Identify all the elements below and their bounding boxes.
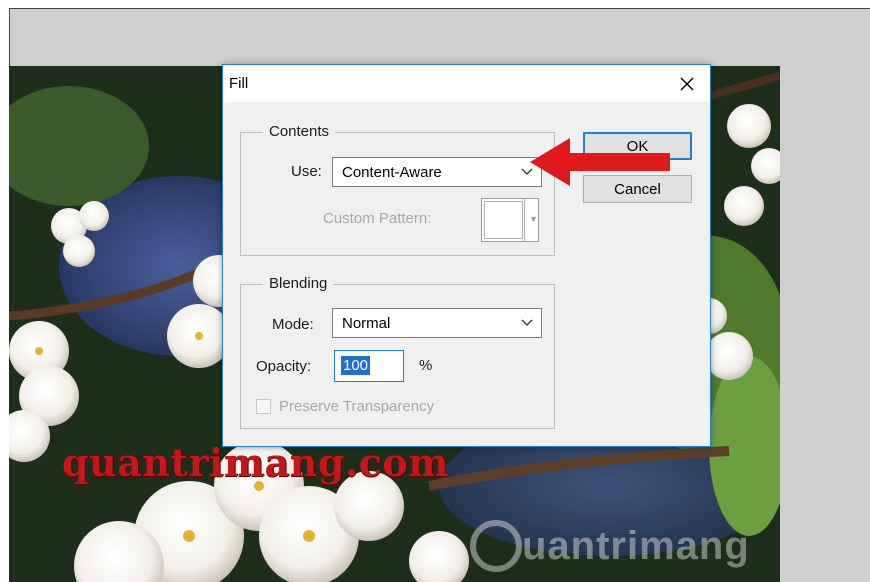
mode-label: Mode: (272, 316, 314, 333)
opacity-label: Opacity: (256, 358, 312, 375)
site-watermark-grey: uantrimang (522, 524, 750, 568)
use-label: Use: (291, 163, 322, 180)
pattern-preview (484, 201, 523, 239)
watermark-logo-icon (470, 520, 522, 572)
close-icon (680, 77, 694, 90)
preserve-transparency-checkbox[interactable] (256, 399, 271, 414)
triangle-down-icon: ▼ (529, 214, 538, 224)
contents-legend: Contents (263, 123, 336, 140)
mode-select[interactable]: Normal (332, 308, 542, 338)
opacity-value: 100 (341, 356, 371, 375)
opacity-input[interactable]: 100 (334, 350, 404, 382)
close-button[interactable] (664, 65, 710, 102)
preserve-transparency-label: Preserve Transparency (279, 398, 435, 415)
custom-pattern-picker[interactable]: ▼ (481, 198, 539, 242)
pattern-dropdown-toggle[interactable]: ▼ (524, 199, 539, 241)
annotation-arrow-icon (530, 138, 670, 186)
fill-dialog: Fill Contents Use: Content-Aware Custom … (222, 64, 711, 447)
blending-legend: Blending (263, 275, 334, 292)
mode-select-value: Normal (342, 315, 391, 332)
opacity-unit: % (419, 357, 433, 374)
dialog-titlebar[interactable]: Fill (223, 65, 710, 102)
use-select[interactable]: Content-Aware (332, 157, 542, 187)
dialog-title: Fill (229, 75, 249, 92)
chevron-down-icon (521, 319, 533, 326)
use-select-value: Content-Aware (342, 164, 442, 181)
custom-pattern-label: Custom Pattern: (323, 210, 432, 227)
